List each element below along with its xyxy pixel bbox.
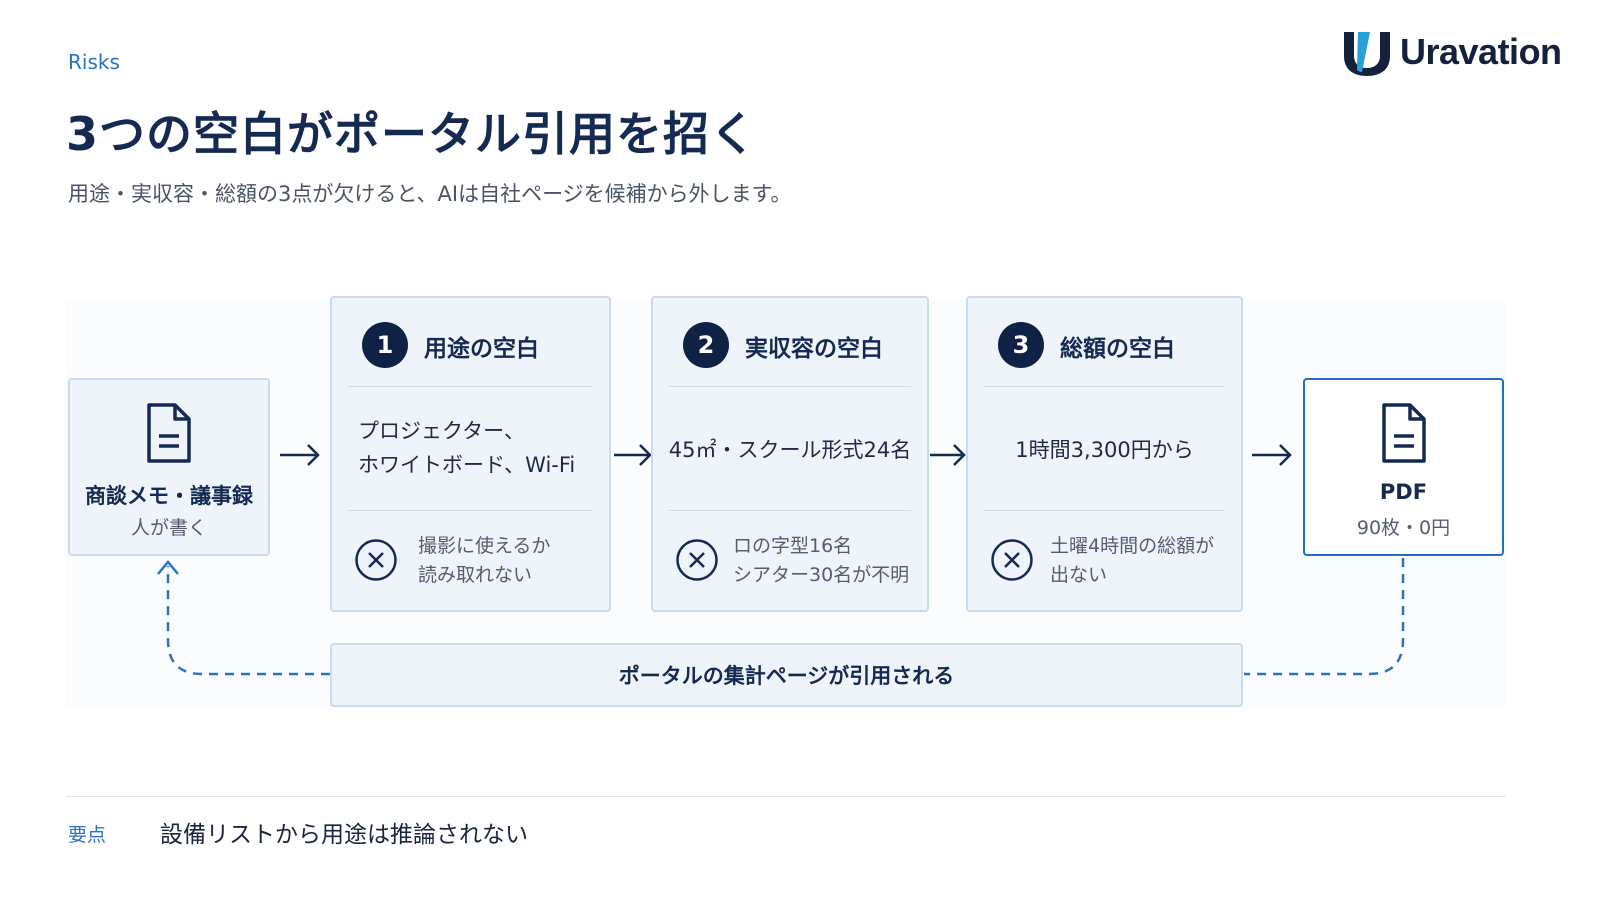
arrow-right-icon (280, 444, 320, 466)
cross-circle-icon (991, 539, 1033, 581)
gap-body-line: 45㎡・スクール形式24名 (668, 438, 912, 462)
divider (348, 510, 593, 511)
divider (66, 796, 1506, 797)
source-subtitle: 人が書く (130, 517, 207, 539)
section-kicker: Risks (68, 50, 120, 74)
gap-note-line: 土曜4時間の総額が (1050, 535, 1215, 557)
divider (669, 386, 911, 387)
arrow-right-icon (614, 444, 652, 466)
gap-note-line: ロの字型16名 (733, 535, 853, 557)
page-title: 3つの空白がポータル引用を招く (66, 107, 758, 161)
source-title: 商談メモ・議事録 (85, 484, 253, 508)
document-icon (147, 403, 191, 463)
gap-body-line: ホワイトボード、Wi-Fi (358, 453, 576, 477)
gap-title: 用途の空白 (424, 336, 539, 362)
step-badge: 2 (683, 322, 729, 368)
step-badge: 1 (362, 322, 408, 368)
divider (669, 510, 911, 511)
gap-title: 実収容の空白 (745, 336, 883, 362)
gap-body-line: プロジェクター、 (358, 419, 525, 443)
gap-note-line: シアター30名が不明 (733, 564, 910, 586)
uravation-logo-icon (1344, 32, 1390, 76)
gap-title: 総額の空白 (1060, 336, 1175, 362)
key-point-text: 設備リストから用途は推論されない (160, 822, 528, 848)
portal-citation-bar: ポータルの集計ページが引用される (330, 643, 1243, 707)
gap-note: ロの字型16名 シアター30名が不明 (733, 532, 909, 590)
key-point-label: 要点 (68, 824, 107, 846)
output-subtitle: 90枚・0円 (1356, 517, 1451, 539)
logo-text: Uravation (1400, 31, 1562, 72)
gap-body: プロジェクター、 ホワイトボード、Wi-Fi (358, 414, 575, 482)
divider (984, 386, 1225, 387)
gap-note: 土曜4時間の総額が 出ない (1050, 532, 1214, 590)
gap-note-line: 撮影に使えるか (418, 535, 551, 557)
cross-circle-icon (355, 539, 397, 581)
arrow-right-icon (930, 444, 966, 466)
gap-note: 撮影に使えるか 読み取れない (418, 532, 550, 590)
gap-card-usage: 1 用途の空白 プロジェクター、 ホワイトボード、Wi-Fi 撮影に使えるか 読… (330, 296, 611, 612)
cross-circle-icon (676, 539, 718, 581)
gap-note-line: 読み取れない (418, 564, 533, 586)
gap-card-total-price: 3 総額の空白 1時間3,300円から 土曜4時間の総額が 出ない (966, 296, 1243, 612)
gap-body: 45㎡・スクール形式24名 (653, 433, 927, 467)
gap-body: 1時間3,300円から (968, 433, 1241, 467)
gap-body-line: 1時間3,300円から (1015, 438, 1194, 462)
page-subtitle: 用途・実収容・総額の3点が欠けると、AIは自社ページを候補から外します。 (68, 182, 792, 206)
output-title: PDF (1379, 480, 1428, 504)
step-badge: 3 (998, 322, 1044, 368)
output-card: PDF 90枚・0円 (1303, 378, 1504, 556)
gap-card-capacity: 2 実収容の空白 45㎡・スクール形式24名 ロの字型16名 シアター30名が不… (651, 296, 929, 612)
document-icon (1381, 403, 1426, 463)
arrow-right-icon (1252, 444, 1292, 466)
brand-logo: Uravation (1340, 28, 1562, 76)
divider (984, 510, 1225, 511)
source-card: 商談メモ・議事録 人が書く (68, 378, 270, 556)
divider (348, 386, 593, 387)
gap-note-line: 出ない (1050, 564, 1108, 586)
